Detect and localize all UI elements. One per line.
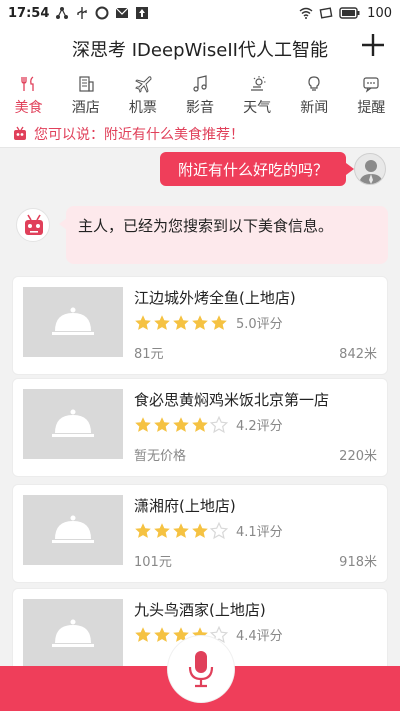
- battery-icon: [339, 6, 361, 20]
- bot-message-text: 主人，已经为您搜索到以下美食信息。: [78, 217, 334, 235]
- tab-label: 美食: [14, 100, 43, 116]
- status-bar: 17:54 100: [0, 0, 400, 26]
- food-cloche-icon: [52, 307, 94, 335]
- rating-score: 4.2评分: [236, 419, 283, 434]
- food-cloche-icon: [52, 515, 94, 543]
- star-filled-icon: [192, 522, 208, 538]
- tab-food[interactable]: 美食: [0, 68, 57, 120]
- rating-stars: 5.0评分: [134, 313, 283, 332]
- tab-label: 影音: [185, 100, 214, 116]
- music-icon: [193, 75, 207, 92]
- restaurant-price: 81元: [134, 347, 164, 362]
- tab-media[interactable]: 影音: [171, 68, 228, 120]
- restaurant-name: 食必思黄焖鸡米饭北京第一店: [134, 391, 330, 409]
- restaurant-name: 九头鸟酒家(上地店): [134, 601, 266, 619]
- restaurant-card[interactable]: 潇湘府(上地店) 4.1评分 101元 918米: [12, 484, 388, 583]
- star-filled-icon: [173, 522, 189, 538]
- tab-label: 天气: [243, 100, 272, 116]
- wifi-icon: [299, 6, 313, 20]
- star-filled-icon: [211, 314, 227, 330]
- hint-text: 您可以说：附近有什么美食推荐！: [34, 126, 244, 143]
- user-avatar: [354, 153, 386, 185]
- tab-flight[interactable]: 机票: [114, 68, 171, 120]
- tab-weather[interactable]: 天气: [229, 68, 286, 120]
- food-cloche-icon: [52, 409, 94, 437]
- food-icon: [20, 76, 34, 91]
- user-message-bubble: 附近有什么好吃的吗？: [159, 152, 355, 186]
- weather-icon: [251, 76, 266, 91]
- news-icon: [308, 76, 320, 91]
- star-filled-icon: [135, 626, 151, 642]
- reminder-icon: [363, 77, 380, 93]
- tab-label: 新闻: [300, 100, 329, 116]
- restaurant-thumbnail: [23, 287, 123, 357]
- share-icon: [55, 6, 69, 20]
- food-cloche-icon: [52, 619, 94, 647]
- hotel-icon: [79, 76, 94, 92]
- page-title: 深思考 IDeepWiseII代人工智能: [72, 40, 328, 61]
- rating-stars: 4.1评分: [134, 521, 283, 540]
- microphone-icon: [188, 651, 214, 688]
- plane-icon: [134, 76, 152, 93]
- restaurant-thumbnail: [23, 389, 123, 459]
- bot-message-bubble: 主人，已经为您搜索到以下美食信息。: [59, 206, 388, 264]
- mail-icon: [115, 6, 129, 20]
- restaurant-price: 暂无价格: [134, 449, 187, 464]
- restaurant-name: 江边城外烤全鱼(上地店): [134, 289, 296, 307]
- star-filled-icon: [135, 314, 151, 330]
- star-filled-icon: [192, 416, 208, 432]
- restaurant-card[interactable]: 江边城外烤全鱼(上地店) 5.0评分 81元 842米: [12, 276, 388, 375]
- star-filled-icon: [135, 522, 151, 538]
- restaurant-distance: 842米: [339, 347, 377, 362]
- star-filled-icon: [173, 416, 189, 432]
- star-empty-icon: [210, 521, 228, 539]
- restaurant-thumbnail: [23, 599, 123, 669]
- restaurant-distance: 918米: [339, 555, 377, 570]
- robot-icon: [14, 126, 26, 140]
- plus-icon[interactable]: [360, 32, 386, 58]
- category-tabs: 美食 酒店 机票 影音 天气 新闻 提醒: [0, 68, 400, 120]
- bot-avatar: [16, 208, 50, 242]
- tab-label: 酒店: [71, 100, 100, 116]
- user-message-text: 附近有什么好吃的吗？: [177, 160, 328, 179]
- star-filled-icon: [154, 314, 170, 330]
- battery-level: 100: [367, 5, 392, 21]
- tab-label: 机票: [128, 100, 157, 116]
- restaurant-name: 潇湘府(上地店): [134, 497, 236, 515]
- screen-icon: [319, 6, 333, 20]
- star-filled-icon: [135, 416, 151, 432]
- restaurant-price: 101元: [134, 555, 172, 570]
- voice-input-button[interactable]: [168, 636, 234, 702]
- star-filled-icon: [154, 626, 170, 642]
- restaurant-distance: 220米: [339, 449, 377, 464]
- rating-stars: 4.2评分: [134, 415, 283, 434]
- rating-score: 4.1评分: [236, 525, 283, 540]
- tab-hotel[interactable]: 酒店: [57, 68, 114, 120]
- rating-score: 4.4评分: [236, 629, 283, 644]
- star-filled-icon: [192, 314, 208, 330]
- voice-hint: 您可以说：附近有什么美食推荐！: [0, 120, 400, 148]
- star-empty-icon: [210, 415, 228, 433]
- tab-label: 提醒: [357, 100, 386, 116]
- status-time: 17:54: [8, 5, 50, 21]
- upload-icon: [135, 6, 149, 20]
- title-bar: 深思考 IDeepWiseII代人工智能: [0, 26, 400, 68]
- rating-score: 5.0评分: [236, 317, 283, 332]
- star-filled-icon: [154, 416, 170, 432]
- restaurant-card[interactable]: 食必思黄焖鸡米饭北京第一店 4.2评分 暂无价格 220米: [12, 378, 388, 477]
- tab-reminder[interactable]: 提醒: [343, 68, 400, 120]
- tab-news[interactable]: 新闻: [286, 68, 343, 120]
- star-filled-icon: [173, 314, 189, 330]
- star-filled-icon: [154, 522, 170, 538]
- usb-icon: [75, 6, 89, 20]
- circle-app-icon: [95, 6, 109, 20]
- restaurant-thumbnail: [23, 495, 123, 565]
